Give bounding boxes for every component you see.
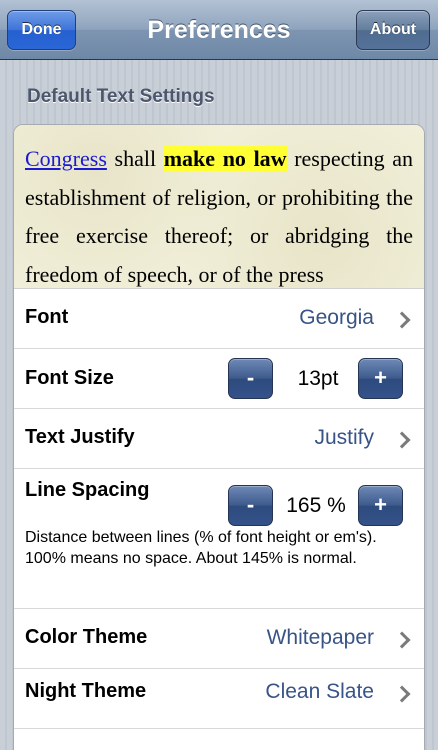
text-preview: Congress shall make no law respecting an… — [14, 125, 424, 289]
line-spacing-label: Line Spacing — [25, 479, 150, 501]
navigation-bar: Done Preferences About — [0, 0, 438, 60]
font-row[interactable]: Font Georgia — [14, 289, 424, 349]
font-size-decrease-button[interactable]: - — [228, 358, 273, 399]
night-theme-value: Clean Slate — [265, 680, 374, 703]
text-justify-value: Justify — [314, 426, 374, 449]
color-theme-label: Color Theme — [25, 626, 148, 648]
chevron-right-icon — [393, 685, 411, 703]
about-button[interactable]: About — [356, 10, 430, 50]
night-theme-row[interactable]: Night Theme Clean Slate — [14, 669, 424, 729]
chevron-right-icon — [393, 431, 411, 449]
font-size-increase-button[interactable]: + — [358, 358, 403, 399]
line-spacing-description: Distance between lines (% of font height… — [25, 529, 377, 567]
color-theme-value: Whitepaper — [266, 626, 374, 649]
line-spacing-row: Line Spacing - 165 % + Distance between … — [14, 469, 424, 609]
line-spacing-value: 165 % — [286, 494, 346, 517]
text-justify-label: Text Justify — [25, 426, 135, 448]
line-spacing-increase-button[interactable]: + — [358, 485, 403, 526]
night-theme-label: Night Theme — [25, 680, 147, 702]
preview-text-word: shall — [114, 146, 157, 171]
section-header: Default Text Settings — [27, 86, 215, 107]
chevron-right-icon — [393, 631, 411, 649]
font-value: Georgia — [299, 306, 374, 329]
chevron-right-icon — [393, 311, 411, 329]
font-size-row: Font Size - 13pt + — [14, 349, 424, 409]
line-spacing-decrease-button[interactable]: - — [228, 485, 273, 526]
preview-link-word: Congress — [25, 146, 107, 171]
preview-highlight: make no law — [163, 146, 287, 171]
color-theme-row[interactable]: Color Theme Whitepaper — [14, 609, 424, 669]
font-size-label: Font Size — [25, 367, 114, 389]
font-label: Font — [25, 306, 69, 328]
settings-group: Congress shall make no law respecting an… — [13, 124, 425, 750]
text-justify-row[interactable]: Text Justify Justify — [14, 409, 424, 469]
font-size-value: 13pt — [297, 367, 339, 390]
